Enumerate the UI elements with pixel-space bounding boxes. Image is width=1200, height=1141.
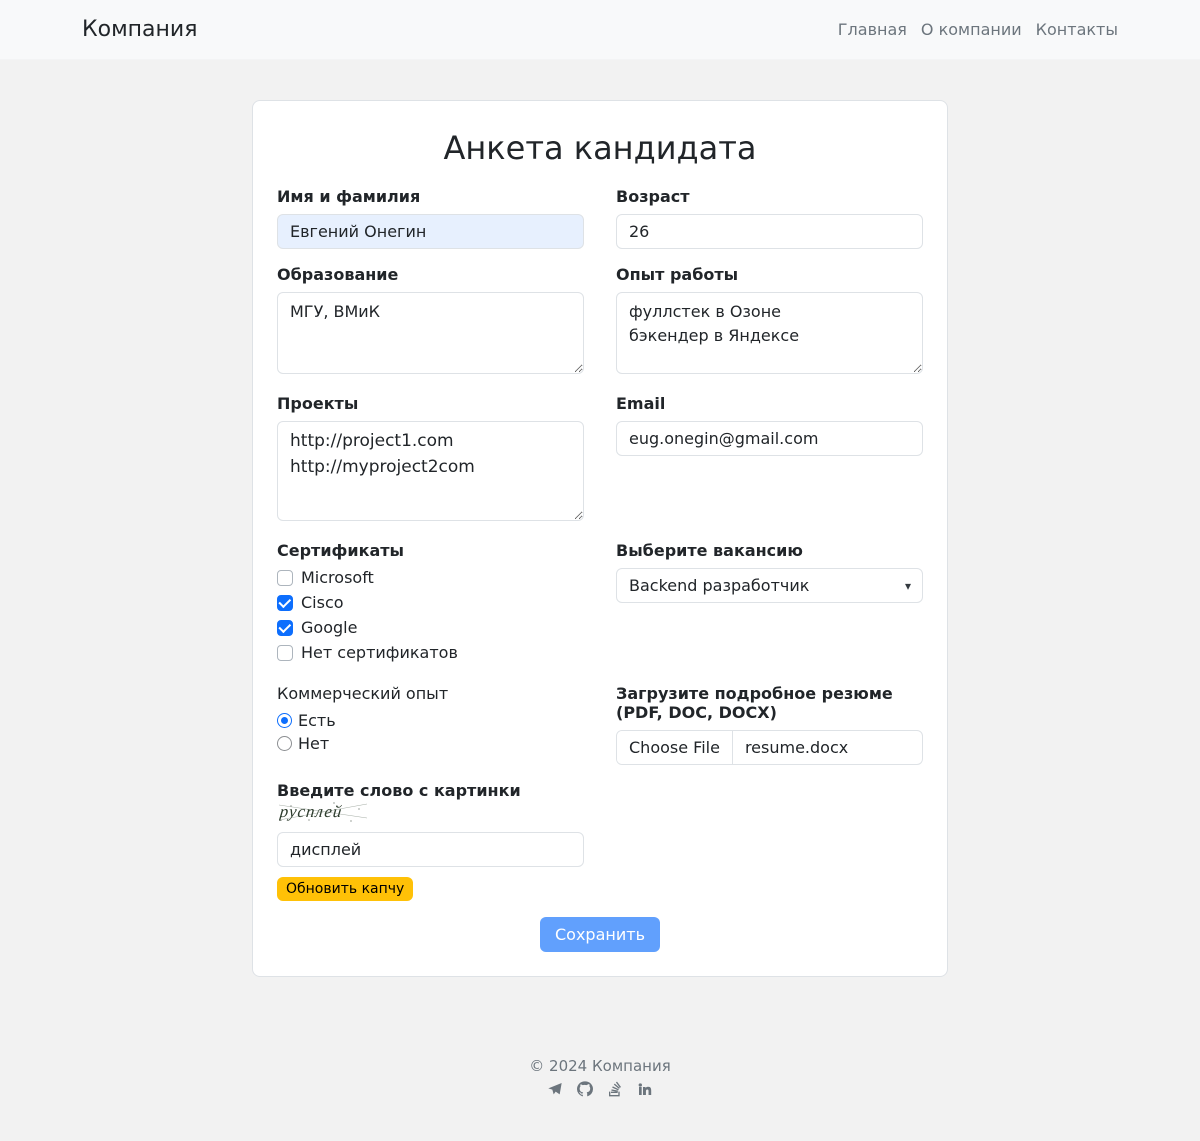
commercial-no-radio[interactable] xyxy=(277,736,292,751)
form-card: Анкета кандидата Имя и фамилия Возраст О… xyxy=(252,100,948,977)
resume-filename: resume.docx xyxy=(733,731,922,764)
cert-none-label: Нет сертификатов xyxy=(301,643,458,662)
brand-link[interactable]: Компания xyxy=(82,17,197,42)
commercial-no-label: Нет xyxy=(298,734,329,753)
submit-button[interactable]: Сохранить xyxy=(540,917,660,952)
education-textarea[interactable] xyxy=(277,292,584,374)
cert-microsoft-checkbox[interactable] xyxy=(277,570,293,586)
cert-cisco-label: Cisco xyxy=(301,593,344,612)
cert-google-label: Google xyxy=(301,618,357,637)
email-label: Email xyxy=(616,394,923,413)
content-area: Анкета кандидата Имя и фамилия Возраст О… xyxy=(0,60,1200,1009)
commercial-yes-radio[interactable] xyxy=(277,713,292,728)
captcha-image: русплей xyxy=(279,800,367,824)
commercial-label: Коммерческий опыт xyxy=(277,684,584,703)
telegram-icon[interactable] xyxy=(547,1081,563,1101)
cert-microsoft-label: Microsoft xyxy=(301,568,374,587)
page-title: Анкета кандидата xyxy=(277,129,923,167)
experience-label: Опыт работы xyxy=(616,265,923,284)
footer: © 2024 Компания xyxy=(0,1009,1200,1141)
age-label: Возраст xyxy=(616,187,923,206)
name-input[interactable] xyxy=(277,214,584,249)
experience-textarea[interactable] xyxy=(616,292,923,374)
captcha-label: Введите слово с картинки xyxy=(277,781,521,800)
email-input[interactable] xyxy=(616,421,923,456)
stackoverflow-icon[interactable] xyxy=(607,1081,623,1101)
education-label: Образование xyxy=(277,265,584,284)
choose-file-button[interactable]: Choose File xyxy=(617,731,733,764)
projects-label: Проекты xyxy=(277,394,584,413)
nav-about[interactable]: О компании xyxy=(921,16,1022,43)
refresh-captcha-button[interactable]: Обновить капчу xyxy=(277,877,413,901)
social-links xyxy=(0,1081,1200,1101)
projects-textarea[interactable] xyxy=(277,421,584,521)
navbar: Компания Главная О компании Контакты xyxy=(0,0,1200,60)
resume-label: Загрузите подробное резюме (PDF, DOC, DO… xyxy=(616,684,923,722)
vacancy-select[interactable]: Backend разработчик xyxy=(616,568,923,603)
age-input[interactable] xyxy=(616,214,923,249)
cert-none-checkbox[interactable] xyxy=(277,645,293,661)
copyright: © 2024 Компания xyxy=(0,1057,1200,1075)
linkedin-icon[interactable] xyxy=(637,1081,653,1101)
cert-google-checkbox[interactable] xyxy=(277,620,293,636)
github-icon[interactable] xyxy=(577,1081,593,1101)
certs-label: Сертификаты xyxy=(277,541,584,560)
captcha-input[interactable] xyxy=(277,832,584,867)
nav-links: Главная О компании Контакты xyxy=(838,16,1118,43)
name-label: Имя и фамилия xyxy=(277,187,584,206)
nav-contacts[interactable]: Контакты xyxy=(1036,16,1118,43)
commercial-yes-label: Есть xyxy=(298,711,336,730)
cert-cisco-checkbox[interactable] xyxy=(277,595,293,611)
vacancy-label: Выберите вакансию xyxy=(616,541,923,560)
nav-home[interactable]: Главная xyxy=(838,16,907,43)
resume-file-input[interactable]: Choose File resume.docx xyxy=(616,730,923,765)
